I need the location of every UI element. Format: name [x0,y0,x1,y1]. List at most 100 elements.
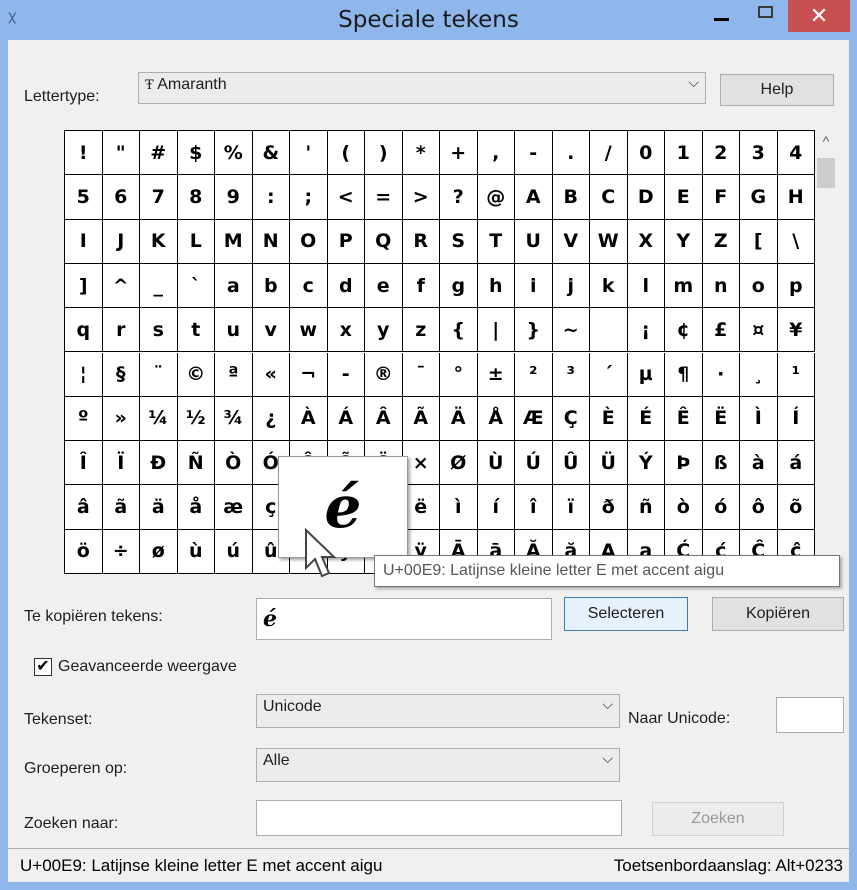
copy-button[interactable]: Kopiëren [712,597,844,631]
search-input[interactable] [256,800,622,836]
help-button[interactable]: Help [720,74,834,106]
char-cell[interactable]: Ñ [177,441,215,486]
char-cell[interactable]: X [627,219,665,264]
char-cell[interactable]: ë [402,485,440,530]
char-cell[interactable]: r [102,308,140,353]
char-cell[interactable]: Ù [477,441,515,486]
char-cell[interactable]: H [777,175,815,220]
char-cell[interactable]: ù [177,529,215,574]
char-cell[interactable]: 7 [140,175,178,220]
char-cell[interactable]: ) [365,131,403,176]
char-cell[interactable]: } [515,308,553,353]
char-cell[interactable]: | [477,308,515,353]
char-cell[interactable]: ( [327,131,365,176]
char-cell[interactable]: E [665,175,703,220]
char-cell[interactable]: P [327,219,365,264]
char-cell[interactable]: h [477,263,515,309]
char-cell[interactable]: × [402,441,440,486]
char-cell[interactable]: * [402,131,440,176]
char-cell[interactable]: È [590,396,628,442]
char-cell[interactable]: i [515,263,553,309]
char-cell[interactable]: ² [515,352,553,397]
char-cell[interactable]: 3 [740,131,778,176]
char-cell[interactable]: T [477,219,515,264]
char-cell[interactable]: µ [627,352,665,397]
char-cell[interactable] [590,308,628,353]
char-cell[interactable]: Ä [440,396,478,442]
char-cell[interactable]: y [365,308,403,353]
search-button[interactable]: Zoeken [652,802,784,836]
char-cell[interactable]: ] [65,263,103,309]
char-cell[interactable]: S [440,219,478,264]
char-cell[interactable]: 5 [65,175,103,220]
select-button[interactable]: Selecteren [564,597,688,631]
char-cell[interactable]: O [290,219,328,264]
char-cell[interactable]: ò [665,485,703,530]
char-cell[interactable]: u [215,308,253,353]
char-cell[interactable]: L [177,219,215,264]
char-cell[interactable]: Ý [627,441,665,486]
char-cell[interactable]: R [402,219,440,264]
char-cell[interactable]: f [402,263,440,309]
char-cell[interactable]: s [140,308,178,353]
char-cell[interactable]: ö [65,529,103,574]
char-cell[interactable]: A [515,175,553,220]
char-cell[interactable]: 0 [627,131,665,176]
char-cell[interactable]: å [177,485,215,530]
char-cell[interactable]: ´ [590,352,628,397]
char-cell[interactable]: Í [777,396,815,442]
char-cell[interactable]: > [402,175,440,220]
char-cell[interactable]: ¢ [665,308,703,353]
char-cell[interactable]: Ï [102,441,140,486]
char-cell[interactable]: Å [477,396,515,442]
advanced-view-label[interactable]: Geavanceerde weergave [58,658,237,676]
char-cell[interactable]: ð [590,485,628,530]
char-cell[interactable]: õ [777,485,815,530]
char-cell[interactable]: » [102,396,140,442]
char-cell[interactable]: J [102,219,140,264]
char-cell[interactable]: D [627,175,665,220]
char-cell[interactable]: " [102,131,140,176]
char-cell[interactable]: g [440,263,478,309]
char-cell[interactable]: Ð [140,441,178,486]
char-cell[interactable]: Ò [215,441,253,486]
scroll-thumb[interactable] [817,158,835,188]
char-cell[interactable]: « [252,352,290,397]
char-cell[interactable]: ³ [552,352,590,397]
char-cell[interactable]: < [327,175,365,220]
char-cell[interactable]: V [552,219,590,264]
char-cell[interactable]: Ì [740,396,778,442]
char-cell[interactable]: C [590,175,628,220]
char-cell[interactable]: $ [177,131,215,176]
char-cell[interactable]: K [140,219,178,264]
char-cell[interactable]: t [177,308,215,353]
char-cell[interactable]: ~ [552,308,590,353]
char-cell[interactable]: B [552,175,590,220]
char-cell[interactable]: º [65,396,103,442]
char-cell[interactable]: æ [215,485,253,530]
char-cell[interactable]: . [552,131,590,176]
char-cell[interactable]: ? [440,175,478,220]
char-cell[interactable]: M [215,219,253,264]
char-cell[interactable]: # [140,131,178,176]
char-cell[interactable]: ` [177,263,215,309]
char-cell[interactable]: Z [702,219,740,264]
char-cell[interactable]: É [627,396,665,442]
char-cell[interactable]: \ [777,219,815,264]
char-cell[interactable]: 1 [665,131,703,176]
char-cell[interactable]: ª [215,352,253,397]
character-grid[interactable]: ! " # $% & '() * +, -./0 1 2 3 4 5 6 7 8 9:; < = >? @ A B C D E F G H… [64,130,815,574]
char-cell[interactable]: ! [65,131,103,176]
char-cell[interactable]: , [477,131,515,176]
grid-scrollbar[interactable]: ^ [815,130,837,574]
char-cell[interactable]: I [65,219,103,264]
char-cell[interactable]: 2 [702,131,740,176]
char-cell[interactable]: a [215,263,253,309]
char-cell[interactable]: e [365,263,403,309]
char-cell[interactable]: { [440,308,478,353]
char-cell[interactable]: Ë [702,396,740,442]
char-cell[interactable]: Á [327,396,365,442]
char-cell[interactable]: ¡ [627,308,665,353]
char-cell[interactable]: À [290,396,328,442]
char-cell[interactable]: = [365,175,403,220]
